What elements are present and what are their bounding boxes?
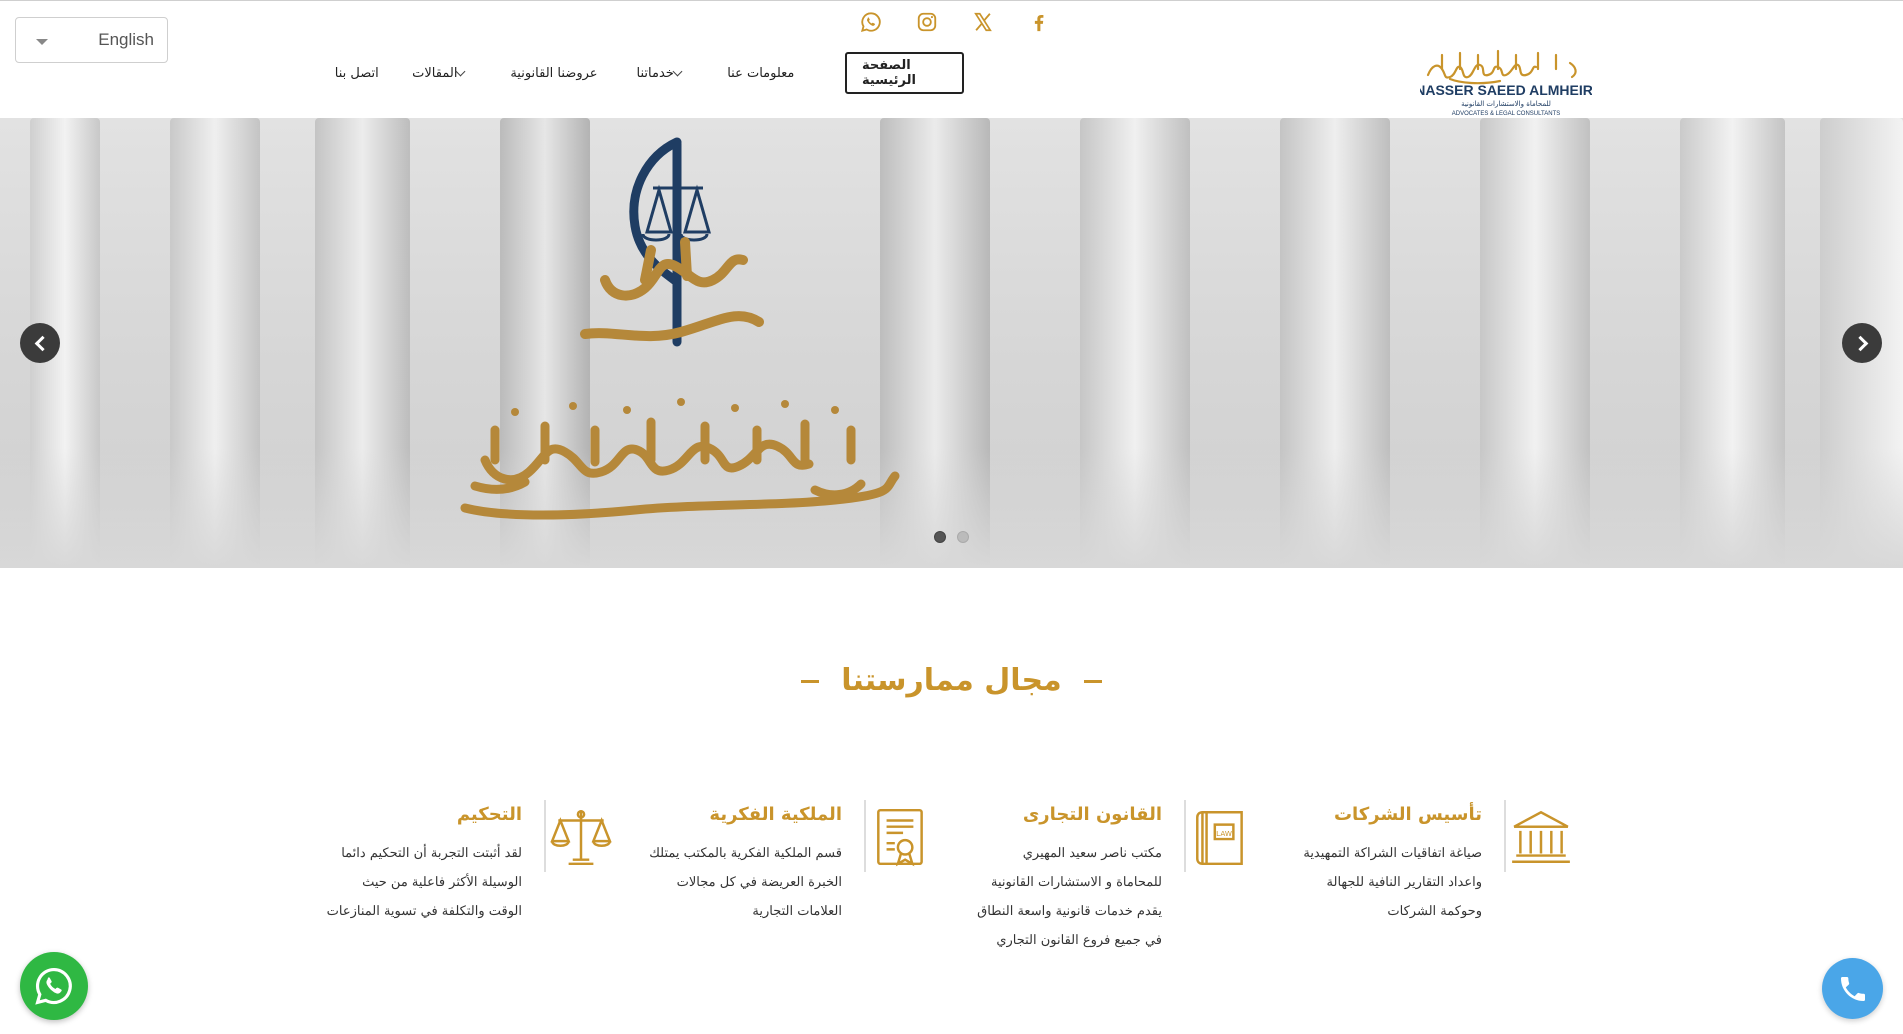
chevron-down-icon (36, 39, 48, 45)
practice-line: العلامات التجارية (752, 904, 842, 919)
practice-line: لقد أثبتت التجربة أن التحكيم دائما (341, 846, 522, 861)
nav-item-services-label: خدماتنا (636, 65, 674, 81)
practice-text: الملكية الفكرية قسم الملكية الفكرية بالم… (614, 804, 842, 926)
practice-line: يقدم خدمات قانونية واسعة النطاق (977, 904, 1162, 919)
practice-line: مكتب ناصر سعيد المهيري (1022, 846, 1162, 861)
brand-logo[interactable]: NASSER SAEED ALMHEIRI للمحاماة والاستشار… (1415, 45, 1597, 117)
certificate-icon (877, 808, 923, 867)
brand-sub-english: ADVOCATES & LEGAL CONSULTANTS (1452, 111, 1560, 117)
practice-title: القانون التجارى (1022, 804, 1162, 825)
practice-line: واعداد التقارير النافية للجهالة (1326, 875, 1482, 890)
practice-title: الملكية الفكرية (709, 804, 842, 825)
call-button[interactable] (1822, 958, 1883, 1019)
chevron-left-icon (34, 335, 50, 351)
practice-title: تأسيس الشركات (1333, 804, 1482, 825)
background-floor (0, 448, 1903, 568)
practice-line: الوسيلة الأكثر فاعلية من حيث (362, 875, 522, 890)
practice-intellectual-property[interactable]: الملكية الفكرية قسم الملكية الفكرية بالم… (614, 800, 934, 970)
chevron-right-icon (1852, 335, 1868, 351)
practice-text: تأسيس الشركات صياغة اتفاقيات الشراكة الت… (1254, 804, 1482, 926)
nav-item-services[interactable]: خدماتنا (618, 52, 707, 94)
practice-line: الوقت والتكلفة في تسوية المنازعات (326, 904, 522, 919)
nav-item-articles[interactable]: المقالات (393, 52, 490, 94)
nav-item-contact[interactable]: اتصل بنا (320, 52, 393, 94)
practice-line: الخبرة العريضة في كل مجالات (676, 875, 842, 890)
practice-line: قسم الملكية الفكرية بالمكتب يمتلك (649, 846, 842, 861)
chevron-down-icon (672, 66, 683, 76)
hero-emblem-logo (455, 130, 905, 550)
brand-sub-arabic: للمحاماة والاستشارات القانونية (1461, 100, 1551, 108)
practice-text: التحكيم لقد أثبتت التجربة أن التحكيم دائ… (294, 804, 522, 926)
nav-item-legal-offers[interactable]: عروضنا القانونية (490, 52, 618, 94)
phone-icon (1840, 976, 1865, 1001)
practice-commercial-law[interactable]: LAW القانون التجارى مكتب ناصر سعيد المهي… (934, 800, 1254, 970)
language-select[interactable]: English (15, 17, 168, 63)
svg-text:LAW: LAW (1216, 829, 1232, 838)
icon-box: LAW (1184, 800, 1254, 872)
hero-slider (0, 118, 1903, 568)
scales-icon (550, 809, 612, 866)
bank-building-icon (1512, 810, 1570, 863)
slider-dot-1[interactable] (934, 531, 946, 543)
icon-box (864, 800, 934, 872)
brand-english: NASSER SAEED ALMHEIRI (1420, 82, 1592, 98)
whatsapp-chat-button[interactable] (20, 952, 88, 1020)
site-header: English الصفحة الرئيسية معلومات عنا خدما… (0, 0, 1903, 118)
practice-line: صياغة اتفاقيات الشراكة التمهيدية (1303, 846, 1482, 861)
practice-line: في جميع فروع القانون التجاري (996, 933, 1162, 948)
slider-next-button[interactable] (1842, 323, 1882, 363)
title-dash (801, 680, 820, 683)
slider-dots (934, 531, 969, 543)
practice-company-formation[interactable]: تأسيس الشركات صياغة اتفاقيات الشراكة الت… (1254, 800, 1574, 970)
slider-dot-2[interactable] (957, 531, 969, 543)
main-nav: الصفحة الرئيسية معلومات عنا خدماتنا عروض… (320, 52, 964, 94)
social-links (860, 10, 1050, 34)
practice-arbitration[interactable]: التحكيم لقد أثبتت التجربة أن التحكيم دائ… (294, 800, 614, 970)
section-title-text: مجال ممارستنا (841, 663, 1062, 698)
slider-prev-button[interactable] (20, 323, 60, 363)
facebook-icon[interactable] (1028, 10, 1050, 34)
law-book-icon: LAW (1196, 811, 1243, 866)
instagram-icon[interactable] (916, 10, 938, 34)
language-select-value: English (98, 30, 154, 49)
chevron-down-icon (455, 66, 466, 76)
nav-item-articles-label: المقالات (412, 65, 458, 81)
icon-box (1504, 800, 1574, 872)
practice-text: القانون التجارى مكتب ناصر سعيد المهيري ل… (934, 804, 1162, 955)
whatsapp-icon (35, 967, 72, 1005)
whatsapp-icon[interactable] (860, 10, 882, 34)
nav-item-about[interactable]: معلومات عنا (707, 52, 815, 94)
icon-box (544, 800, 614, 872)
practice-line: للمحاماة و الاستشارات القانونية (990, 875, 1162, 890)
title-dash (1083, 680, 1102, 683)
practice-line: وحوكمة الشركات (1387, 904, 1482, 919)
section-title: مجال ممارستنا (0, 663, 1903, 698)
nav-item-home[interactable]: الصفحة الرئيسية (844, 52, 964, 94)
practice-title: التحكيم (456, 804, 522, 825)
x-icon[interactable] (972, 10, 994, 34)
